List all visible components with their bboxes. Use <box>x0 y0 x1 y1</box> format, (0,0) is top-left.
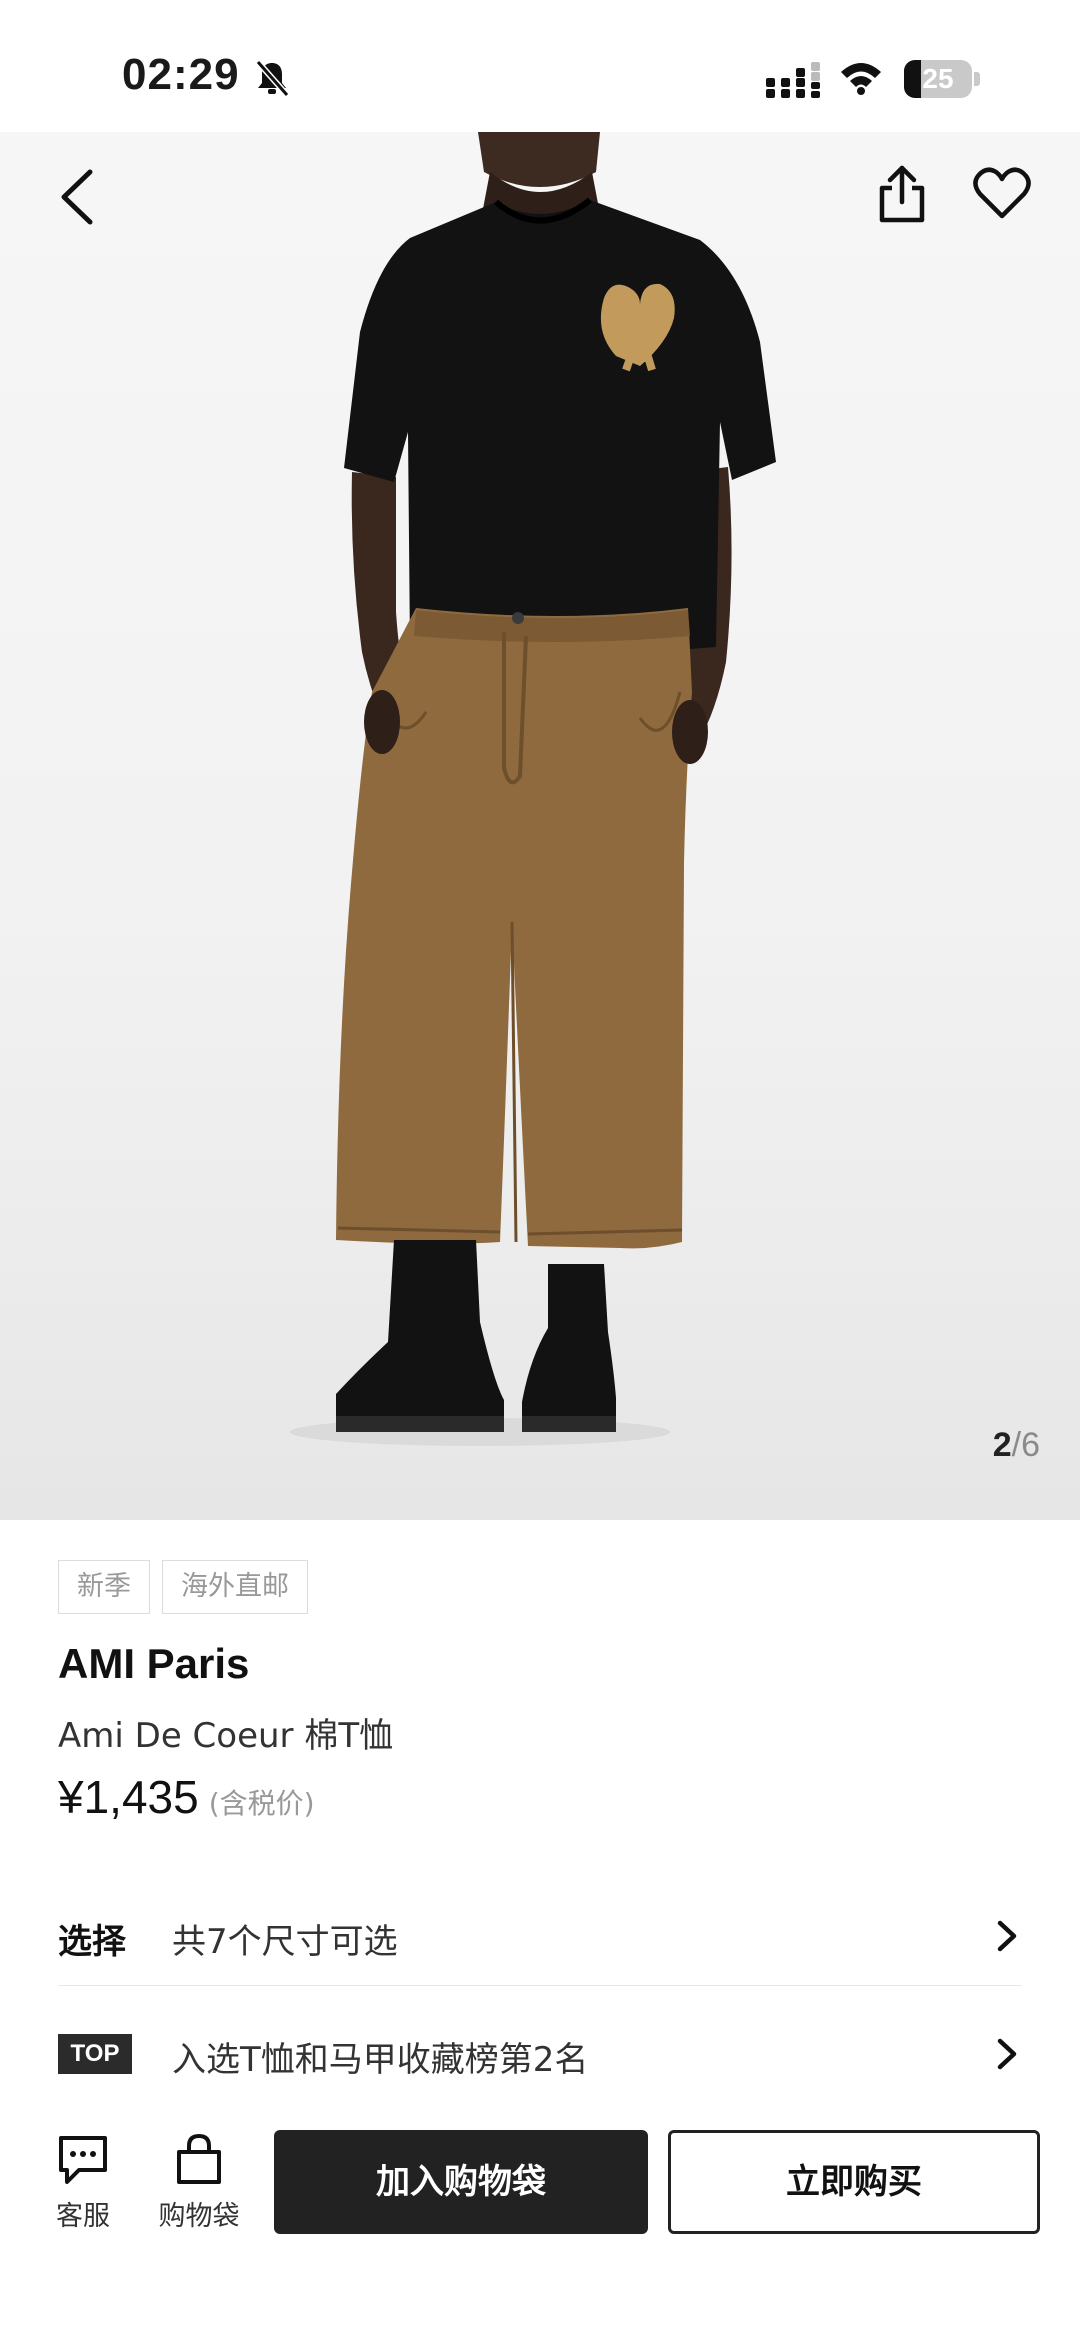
back-icon[interactable] <box>48 162 108 232</box>
pager-total: 6 <box>1021 1426 1040 1464</box>
top-badge: TOP <box>58 2034 132 2074</box>
status-time: 02:29 <box>122 50 240 99</box>
wifi-icon <box>841 63 881 95</box>
heart-icon[interactable] <box>972 166 1032 222</box>
brand-name[interactable]: AMI Paris <box>58 1640 249 1688</box>
size-count-text: 共7个尺寸可选 <box>172 1922 398 1962</box>
product-name: Ami De Coeur 棉T恤 <box>58 1716 394 1756</box>
tax-note: (含税价) <box>208 1787 315 1820</box>
share-icon[interactable] <box>872 160 932 226</box>
add-to-bag-button[interactable]: 加入购物袋 <box>274 2130 648 2234</box>
image-pager: 2/6 <box>993 1426 1040 1465</box>
signal-icon <box>766 62 820 98</box>
pager-separator: / <box>1011 1426 1022 1464</box>
bag-label: 购物袋 <box>158 2201 240 2232</box>
customer-service-button[interactable]: 客服 <box>28 2132 138 2242</box>
buy-now-button[interactable]: 立即购买 <box>668 2130 1040 2234</box>
chat-icon <box>59 2136 107 2184</box>
bell-off-icon <box>255 60 290 97</box>
shopping-bag-icon <box>177 2133 221 2184</box>
status-bar: 02:29 25 <box>0 0 1080 132</box>
product-image-gallery[interactable]: 2/6 <box>0 132 1080 1520</box>
product-photo <box>290 132 776 1446</box>
chevron-right-icon <box>997 2038 1017 2070</box>
price: ¥1,435 <box>58 1771 199 1823</box>
tag-new-season: 新季 <box>58 1560 150 1614</box>
service-label: 客服 <box>56 2201 110 2232</box>
chevron-right-icon <box>997 1920 1017 1952</box>
battery-percentage: 25 <box>922 63 954 94</box>
shopping-bag-button[interactable]: 购物袋 <box>144 2132 254 2242</box>
price-row: ¥1,435 (含税价) <box>58 1770 315 1824</box>
product-tags: 新季 海外直邮 <box>58 1560 308 1614</box>
tag-overseas-shipping: 海外直邮 <box>162 1560 308 1614</box>
select-label: 选择 <box>58 1922 126 1962</box>
ranking-row[interactable]: TOP 入选T恤和马甲收藏榜第2名 <box>58 2004 1022 2104</box>
battery-icon: 25 <box>904 60 980 98</box>
size-select-row[interactable]: 选择 共7个尺寸可选 <box>58 1886 1022 1986</box>
pager-current: 2 <box>992 1426 1012 1464</box>
bottom-action-bar: 客服 购物袋 加入购物袋 立即购买 <box>0 2110 1080 2347</box>
ranking-text: 入选T恤和马甲收藏榜第2名 <box>172 2040 589 2080</box>
